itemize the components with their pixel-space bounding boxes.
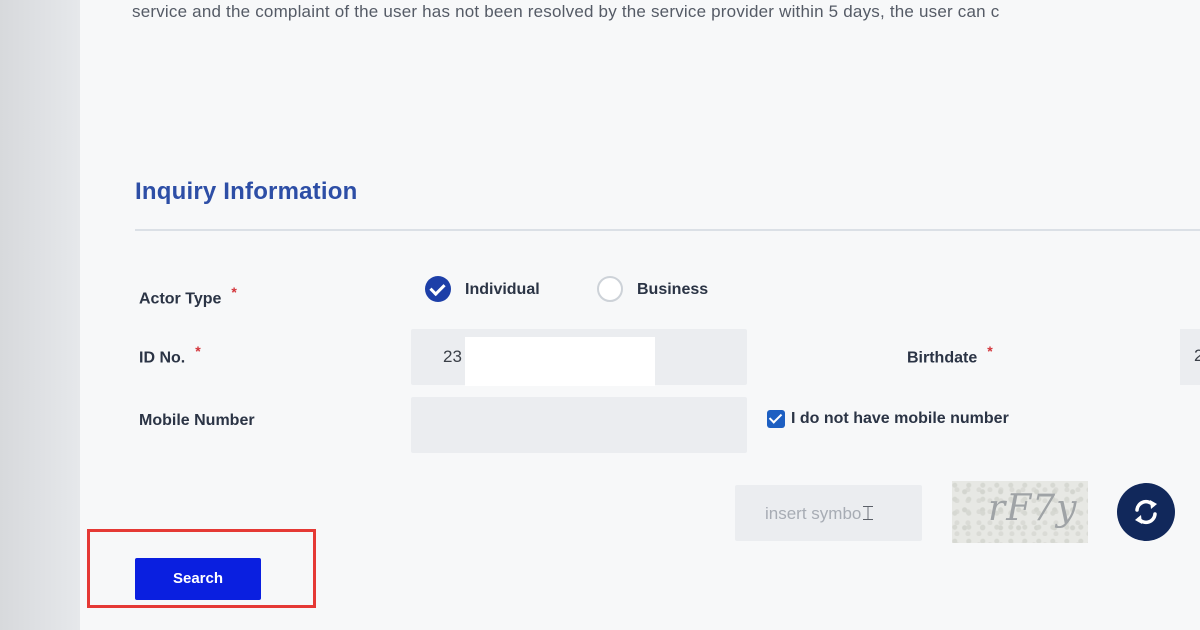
id-no-value: 23 (443, 347, 462, 366)
birthdate-label: Birthdate * (907, 343, 993, 367)
actor-type-label-text: Actor Type (139, 290, 222, 308)
id-no-redaction (465, 337, 655, 386)
radio-business-label[interactable]: Business (637, 281, 708, 299)
captcha-image-text: rF7y (988, 488, 1078, 529)
required-mark: * (231, 284, 237, 300)
section-title: Inquiry Information (135, 178, 358, 205)
left-gutter (0, 0, 80, 630)
radio-business[interactable] (597, 276, 623, 302)
required-mark: * (987, 343, 993, 359)
birthdate-value: 2 (1194, 346, 1200, 365)
id-no-label-text: ID No. (139, 349, 186, 367)
birthdate-label-text: Birthdate (907, 349, 978, 367)
mobile-number-label: Mobile Number (139, 412, 255, 429)
search-highlight-box (87, 529, 316, 608)
no-mobile-checkbox-label[interactable]: I do not have mobile number (791, 410, 1009, 428)
captcha-placeholder: insert symbo (765, 504, 862, 523)
no-mobile-checkbox[interactable] (767, 410, 785, 428)
required-mark: * (195, 343, 201, 359)
captcha-refresh-button[interactable] (1117, 483, 1175, 541)
text-cursor-icon: ⌶ (862, 503, 874, 525)
section-divider (135, 229, 1200, 231)
radio-individual[interactable] (425, 276, 451, 302)
refresh-icon (1135, 499, 1157, 525)
radio-individual-label[interactable]: Individual (465, 281, 540, 299)
id-no-label: ID No. * (139, 343, 201, 367)
mobile-number-input[interactable] (411, 397, 747, 453)
intro-text: service and the complaint of the user ha… (132, 2, 1000, 21)
actor-type-label: Actor Type * (139, 284, 237, 308)
